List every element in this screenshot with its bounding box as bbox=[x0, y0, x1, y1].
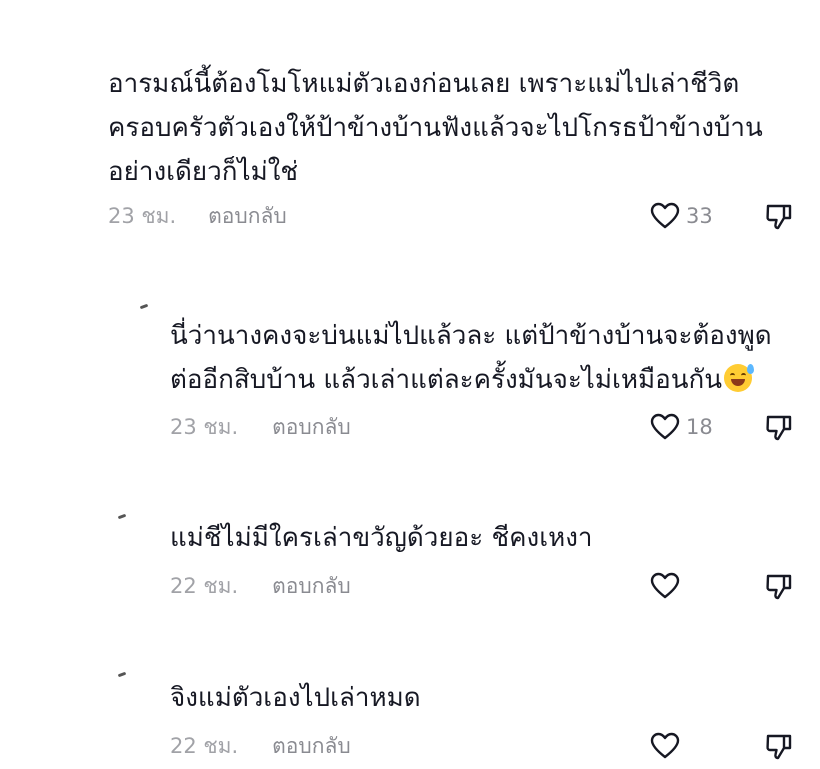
thumbs-down-outline-icon bbox=[766, 415, 792, 441]
comment-timestamp: 22 ชม. bbox=[170, 573, 239, 598]
like-button[interactable]: 33 bbox=[650, 199, 713, 233]
comment-text-line: นี่ว่านางคงจะบ่นแม่ไปแล้วละ แต่ป้าข้างบ้… bbox=[170, 321, 772, 351]
comment-text-line: ต่ออีกสิบบ้าน แล้วเล่าแต่ละครั้งมันจะไม่… bbox=[170, 365, 723, 395]
comment-text-line-with-emoji: ต่ออีกสิบบ้าน แล้วเล่าแต่ละครั้งมันจะไม่… bbox=[170, 358, 755, 402]
comment-timestamp: 23 ชม. bbox=[170, 414, 239, 439]
heart-outline-icon bbox=[650, 732, 680, 759]
dislike-button[interactable] bbox=[764, 412, 794, 442]
comment-meta: 22 ชม. ตอบกลับ bbox=[170, 569, 351, 603]
like-count: 33 bbox=[686, 204, 713, 228]
comment-meta: 23 ชม. ตอบกลับ bbox=[108, 199, 287, 233]
avatar[interactable] bbox=[117, 671, 127, 678]
like-button[interactable]: 18 bbox=[650, 410, 713, 444]
like-button[interactable] bbox=[650, 569, 680, 603]
thumbs-down-outline-icon bbox=[766, 574, 792, 600]
heart-outline-icon bbox=[650, 572, 680, 599]
comment-text-line: ครอบครัวตัวเองให้ป้าข้างบ้านฟังแล้วจะไปโ… bbox=[108, 113, 763, 143]
reply-button[interactable]: ตอบกลับ bbox=[272, 730, 351, 763]
comment-meta: 23 ชม. ตอบกลับ bbox=[170, 410, 351, 444]
avatar[interactable] bbox=[139, 303, 149, 310]
dislike-button[interactable] bbox=[764, 731, 794, 761]
comment-timestamp: 23 ชม. bbox=[108, 203, 177, 228]
grinning-sweat-emoji bbox=[724, 364, 755, 392]
like-count: 18 bbox=[686, 415, 713, 439]
comment-text-line: จิงแม่ตัวเองไปเล่าหมด bbox=[170, 683, 421, 713]
comment-timestamp: 22 ชม. bbox=[170, 733, 239, 758]
reply-button[interactable]: ตอบกลับ bbox=[272, 411, 351, 444]
thumbs-down-outline-icon bbox=[766, 734, 792, 760]
thumbs-down-outline-icon bbox=[766, 204, 792, 230]
comment-text-line: อย่างเดียวก็ไม่ใช่ bbox=[108, 157, 299, 187]
reply-button[interactable]: ตอบกลับ bbox=[208, 200, 287, 233]
dislike-button[interactable] bbox=[764, 201, 794, 231]
heart-outline-icon bbox=[650, 202, 680, 229]
heart-outline-icon bbox=[650, 413, 680, 440]
avatar[interactable] bbox=[117, 513, 127, 520]
comment-meta: 22 ชม. ตอบกลับ bbox=[170, 729, 351, 763]
comment-text-line: แม่ชีไม่มีใครเล่าขวัญด้วยอะ ชีคงเหงา bbox=[170, 523, 593, 553]
comment-text-line: อารมณ์นี้ต้องโมโหแม่ตัวเองก่อนเลย เพราะแ… bbox=[108, 69, 740, 99]
reply-button[interactable]: ตอบกลับ bbox=[272, 570, 351, 603]
like-button[interactable] bbox=[650, 729, 680, 763]
dislike-button[interactable] bbox=[764, 571, 794, 601]
